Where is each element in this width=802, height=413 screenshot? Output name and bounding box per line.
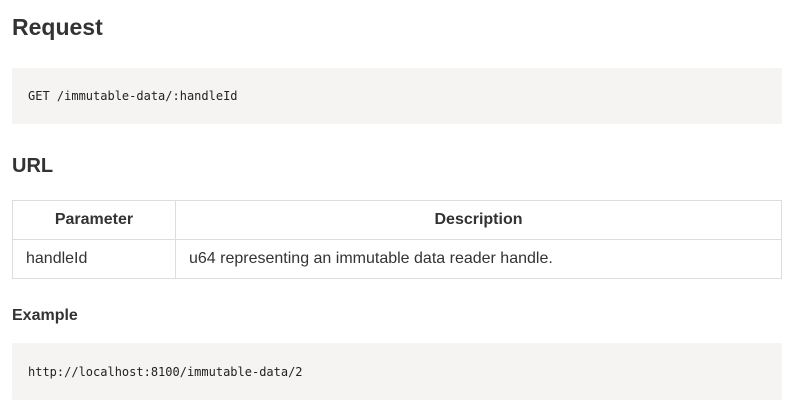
parameter-description-cell: u64 representing an immutable data reade… bbox=[175, 239, 782, 279]
request-code-block: GET /immutable-data/:handleId bbox=[12, 68, 782, 124]
table-row: handleId u64 representing an immutable d… bbox=[12, 239, 782, 279]
request-heading: Request bbox=[12, 14, 103, 40]
example-code-block: http://localhost:8100/immutable-data/2 bbox=[12, 343, 782, 400]
url-parameters-table: Parameter Description handleId u64 repre… bbox=[12, 200, 782, 279]
url-heading: URL bbox=[12, 155, 54, 177]
parameter-name-cell: handleId bbox=[12, 239, 176, 279]
column-header-description: Description bbox=[175, 200, 782, 240]
request-code-text: GET /immutable-data/:handleId bbox=[28, 89, 238, 103]
example-heading: Example bbox=[12, 307, 78, 324]
table-header-row: Parameter Description bbox=[12, 200, 782, 240]
example-code-text: http://localhost:8100/immutable-data/2 bbox=[28, 364, 303, 379]
column-header-parameter: Parameter bbox=[12, 200, 176, 240]
